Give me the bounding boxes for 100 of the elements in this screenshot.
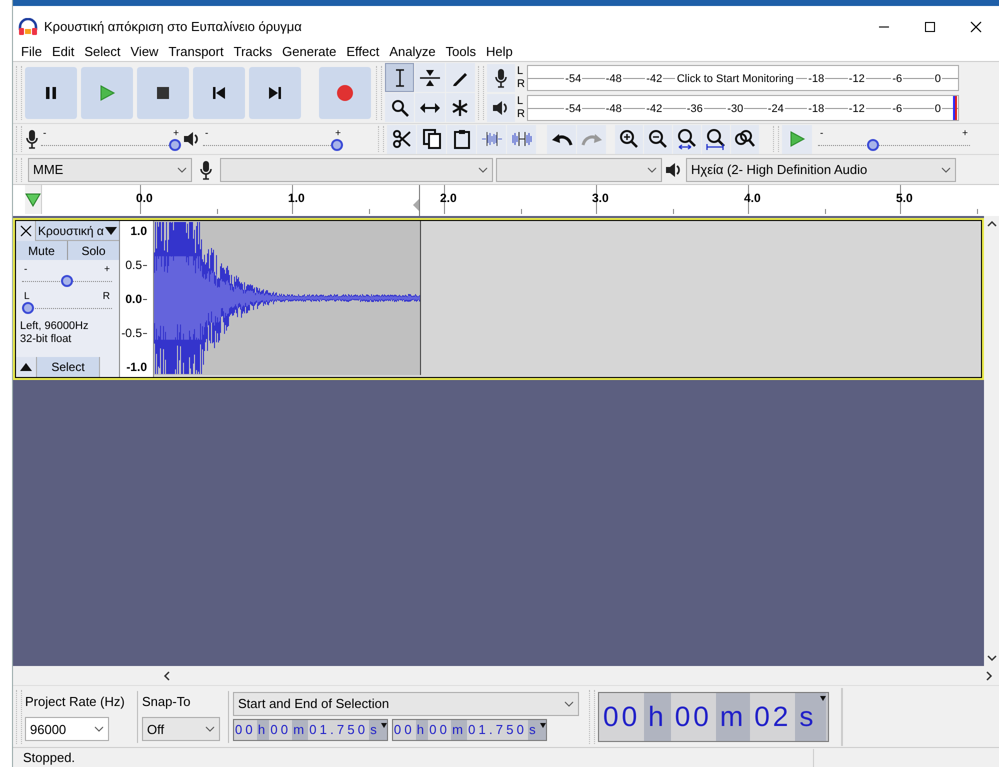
peak-indicator xyxy=(953,96,957,120)
collapse-button[interactable] xyxy=(16,357,36,377)
caret-icon xyxy=(205,726,215,732)
slider-thumb[interactable] xyxy=(169,138,181,150)
recording-volume-slider[interactable] xyxy=(41,138,181,150)
plus-label: + xyxy=(962,128,968,138)
copy-button[interactable] xyxy=(417,124,446,154)
trim-button[interactable] xyxy=(477,124,506,154)
record-meter-button[interactable] xyxy=(487,64,515,92)
play-head-button[interactable] xyxy=(25,185,42,214)
menu-item[interactable]: Tracks xyxy=(228,42,278,62)
mute-button[interactable]: Mute xyxy=(16,241,68,260)
waveform-clip[interactable] xyxy=(154,221,421,375)
scroll-down-icon xyxy=(986,654,996,662)
channel-label: L xyxy=(517,64,524,78)
project-rate-dropdown[interactable]: 96000 xyxy=(25,717,109,742)
play-meter-button[interactable] xyxy=(487,94,515,122)
selection-mode-dropdown[interactable]: Start and End of Selection xyxy=(233,692,579,716)
playback-meter[interactable]: -54 -48 -42 -36 -30 -24 -18 -12 -6 0 xyxy=(527,94,959,120)
playback-speed-slider[interactable] xyxy=(818,138,970,150)
triangle-down-icon xyxy=(820,696,826,700)
draw-tool[interactable] xyxy=(446,63,475,92)
record-button[interactable] xyxy=(319,66,371,118)
playback-volume-slider[interactable] xyxy=(203,138,343,150)
amplitude-label: -0.5 xyxy=(121,325,142,342)
slider-thumb[interactable] xyxy=(61,275,73,287)
menu-item[interactable]: View xyxy=(126,42,164,62)
scroll-right-icon xyxy=(985,670,993,680)
undo-icon xyxy=(550,131,572,147)
menu-item[interactable]: Edit xyxy=(46,42,80,62)
close-icon xyxy=(970,21,982,33)
menu-item[interactable]: Select xyxy=(79,42,126,62)
record-icon xyxy=(336,84,354,102)
timeline-ruler[interactable]: 0.0 1.0 2.0 3.0 4.0 5.0 xyxy=(13,184,999,216)
timeshift-icon xyxy=(418,100,441,114)
playback-device-dropdown[interactable]: Ηχεία (2- High Definition Audio xyxy=(686,158,956,182)
track-name-menu[interactable]: Κρουστική α xyxy=(36,221,119,240)
collapse-icon xyxy=(20,363,32,371)
zoom-in-button[interactable] xyxy=(615,124,643,154)
zoom-out-button[interactable] xyxy=(644,124,672,154)
menu-item[interactable]: Analyze xyxy=(384,42,441,62)
skip-to-start-icon xyxy=(212,86,226,100)
speaker-icon xyxy=(665,160,683,178)
play-icon xyxy=(98,84,116,102)
selection-end-field[interactable]: 00 h 00 m 01.750 s xyxy=(392,719,547,741)
slider-thumb[interactable] xyxy=(331,138,343,150)
select-button[interactable]: Select xyxy=(36,357,100,377)
envelope-tool[interactable] xyxy=(415,63,445,92)
menu-item[interactable]: Effect xyxy=(341,42,384,62)
skip-to-end-button[interactable] xyxy=(249,66,301,118)
select-tool[interactable] xyxy=(385,63,414,92)
play-at-speed-button[interactable] xyxy=(782,124,812,154)
gain-slider[interactable] xyxy=(22,275,112,287)
slider-thumb[interactable] xyxy=(22,302,34,314)
fit-project-icon xyxy=(705,128,727,150)
silence-button[interactable] xyxy=(507,124,536,154)
project-rate-label: Project Rate (Hz) xyxy=(25,692,126,711)
horizontal-scrollbar[interactable] xyxy=(13,666,999,685)
fit-selection-button[interactable] xyxy=(673,124,701,154)
menu-item[interactable]: File xyxy=(16,42,47,62)
menu-item[interactable]: Tools xyxy=(440,42,481,62)
caret-icon xyxy=(94,726,104,732)
audio-position-field[interactable]: 00 h 00 m 02 s xyxy=(598,692,830,742)
pan-slider[interactable] xyxy=(22,302,112,314)
solo-button[interactable]: Solo xyxy=(68,241,119,260)
zoom-toggle-button[interactable] xyxy=(731,124,759,154)
cut-button[interactable] xyxy=(387,124,416,154)
recording-meter[interactable]: -54 -48 -42 Click to Start Monitoring -18 -12 -6 0 xyxy=(527,64,959,90)
stop-button[interactable] xyxy=(137,66,189,118)
timeshift-tool[interactable] xyxy=(415,93,445,122)
vertical-scrollbar[interactable] xyxy=(984,216,999,666)
skip-to-start-button[interactable] xyxy=(193,66,245,118)
menu-item[interactable]: Help xyxy=(480,42,518,62)
microphone-icon xyxy=(199,160,213,180)
pause-button[interactable] xyxy=(25,66,77,118)
fit-project-button[interactable] xyxy=(702,124,730,154)
host-dropdown[interactable]: MME xyxy=(28,158,192,182)
scroll-left-icon xyxy=(163,670,171,680)
play-at-speed-icon xyxy=(788,130,806,148)
snap-to-dropdown[interactable]: Off xyxy=(142,717,220,742)
undo-button[interactable] xyxy=(547,124,576,154)
menu-item[interactable]: Generate xyxy=(277,42,342,62)
time-label: 3.0 xyxy=(592,190,609,207)
close-track-icon xyxy=(20,225,32,237)
multi-tool[interactable] xyxy=(446,93,475,122)
plus-label: + xyxy=(335,128,341,138)
selection-start-field[interactable]: 00 h 00 m 01.750 s xyxy=(233,719,388,741)
slider-thumb[interactable] xyxy=(867,138,879,150)
zoom-out-icon xyxy=(648,129,668,149)
zoom-in-icon xyxy=(619,129,639,149)
menu-item[interactable]: Transport xyxy=(163,42,229,62)
paste-button[interactable] xyxy=(447,124,476,154)
microphone-icon xyxy=(25,129,39,149)
track-info: 32-bit float xyxy=(20,333,72,346)
audio-track[interactable]: Κρουστική α Mute Solo - + L R Left, 96000Hz 32-bit float Select 1.0 0.5 0.0 -0.5 -1.0 xyxy=(13,218,984,380)
amplitude-label: -1.0 xyxy=(126,359,147,376)
skip-to-end-icon xyxy=(268,86,282,100)
status-text: Stopped. xyxy=(22,748,76,767)
zoom-tool[interactable] xyxy=(385,93,414,122)
plus-label: R xyxy=(102,291,110,302)
